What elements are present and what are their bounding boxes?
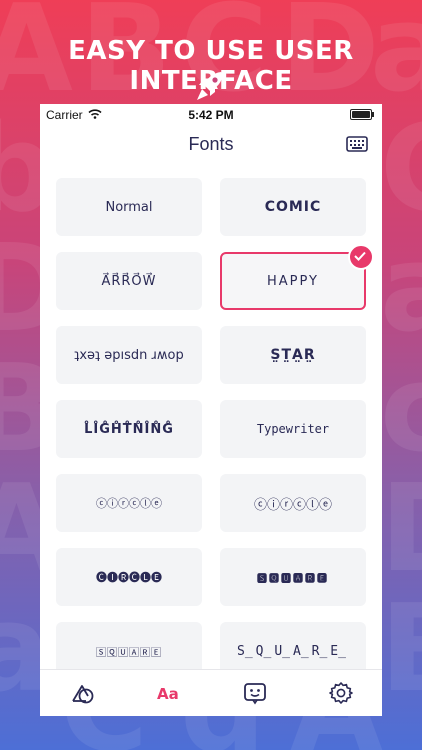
font-label: ⓒⓘⓡⓒⓛⓔ — [96, 497, 162, 510]
font-label: S̤T̤A̤R̤ — [270, 347, 316, 363]
font-label: ʇxǝʇ ǝpısdn ɹʍop — [74, 347, 184, 363]
shapes-icon[interactable] — [70, 680, 96, 706]
font-tile-circle-filled[interactable]: 🅒🅘🅡🅒🅛🅔 — [56, 548, 202, 606]
navbar: Fonts — [40, 126, 382, 166]
font-label: 🅒🅘🅡🅒🅛🅔 — [96, 571, 162, 584]
tab-bar: Aa — [40, 669, 382, 716]
font-label: Typewriter — [256, 422, 330, 436]
status-time: 5:42 PM — [188, 108, 234, 122]
keyboard-face-icon[interactable] — [242, 680, 268, 706]
fonts-icon[interactable]: Aa — [156, 680, 182, 706]
font-tile-lightning[interactable]: L̊I̊G̊H̊T̊N̊I̊N̊G̊ — [56, 400, 202, 458]
font-label: 🆂🆀🆄🅰🆁🅴 — [257, 573, 329, 585]
rocket-icon — [197, 72, 223, 100]
status-bar: Carrier 5:42 PM — [40, 104, 382, 126]
font-label: HAPPY — [266, 273, 319, 289]
font-tile-square-filled[interactable]: 🆂🆀🆄🅰🆁🅴 — [220, 548, 366, 606]
font-label: Normal — [105, 199, 153, 215]
svg-text:Aa: Aa — [157, 685, 179, 703]
font-tile-normal[interactable]: Normal — [56, 178, 202, 236]
font-label: S̲Q̲U̲A̲R̲E̲ — [237, 643, 349, 659]
font-label: A⃗R⃗R⃗O⃗W⃗ — [101, 273, 157, 289]
settings-icon[interactable] — [328, 680, 354, 706]
font-tile-typewriter[interactable]: Typewriter — [220, 400, 366, 458]
font-tile-circle[interactable]: ⓒⓘⓡⓒⓛⓔ — [56, 474, 202, 532]
font-tile-arrow[interactable]: A⃗R⃗R⃗O⃗W⃗ — [56, 252, 202, 310]
font-label: 🅂🅀🅄🄰🅁🄴 — [96, 647, 162, 659]
font-label: ⓒⓘⓡⓒⓛⓔ — [253, 497, 332, 513]
font-label: COMIC — [264, 199, 322, 215]
font-tile-circle-large[interactable]: ⓒⓘⓡⓒⓛⓔ — [220, 474, 366, 532]
font-tile-comic[interactable]: COMIC — [220, 178, 366, 236]
font-label: L̊I̊G̊H̊T̊N̊I̊N̊G̊ — [84, 421, 174, 437]
phone-screen: Carrier 5:42 PM Fonts Normal COMIC A⃗R⃗R… — [40, 104, 382, 716]
font-tile-upside-down[interactable]: ʇxǝʇ ǝpısdn ɹʍop — [56, 326, 202, 384]
battery-icon — [350, 109, 374, 120]
keyboard-icon[interactable] — [346, 136, 368, 152]
page-title: Fonts — [188, 134, 234, 154]
font-tile-star[interactable]: S̤T̤A̤R̤ — [220, 326, 366, 384]
font-tile-happy[interactable]: HAPPY — [220, 244, 374, 310]
selected-check-icon — [348, 244, 374, 270]
